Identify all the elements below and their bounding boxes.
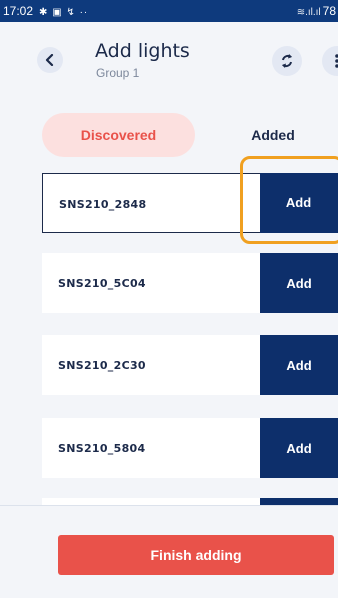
light-row-4: SNS210_5804 Add bbox=[42, 418, 338, 478]
tab-discovered[interactable]: Discovered bbox=[42, 113, 195, 157]
signal-icon: ≋.ıl.ıl bbox=[296, 7, 321, 18]
add-button-4[interactable]: Add bbox=[260, 418, 338, 478]
status-notification-icons: ✱ ▣ ↯ ·· bbox=[39, 7, 89, 18]
battery-level: 78 bbox=[322, 4, 336, 18]
highlight-frame bbox=[240, 156, 338, 244]
light-row-3: SNS210_2C30 Add bbox=[42, 335, 338, 395]
footer: Finish adding bbox=[0, 505, 338, 598]
add-button-2[interactable]: Add bbox=[260, 253, 338, 313]
chevron-left-icon bbox=[45, 54, 54, 66]
sync-button[interactable] bbox=[272, 46, 302, 76]
light-name: SNS210_2C30 bbox=[58, 358, 146, 372]
light-row-2: SNS210_5C04 Add bbox=[42, 253, 338, 313]
add-button-3[interactable]: Add bbox=[260, 335, 338, 395]
more-options-button[interactable] bbox=[322, 46, 338, 76]
back-button[interactable] bbox=[37, 47, 63, 73]
page-subtitle: Group 1 bbox=[96, 66, 140, 80]
finish-adding-button[interactable]: Finish adding bbox=[58, 535, 334, 575]
header: Add lights Group 1 bbox=[0, 22, 338, 92]
light-name: SNS210_5804 bbox=[58, 441, 146, 455]
status-time: 17:02 bbox=[3, 4, 34, 18]
tab-added[interactable]: Added bbox=[233, 113, 313, 157]
light-name: SNS210_2848 bbox=[59, 197, 147, 211]
status-bar: 17:02 ✱ ▣ ↯ ·· ≋.ıl.ıl 78 bbox=[0, 0, 338, 22]
sync-icon bbox=[282, 54, 292, 68]
page-title: Add lights bbox=[95, 40, 190, 62]
light-name: SNS210_5C04 bbox=[58, 276, 146, 290]
